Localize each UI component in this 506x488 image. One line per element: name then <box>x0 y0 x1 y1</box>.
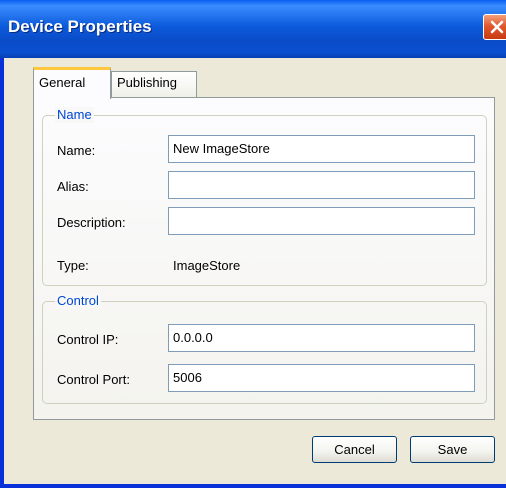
control-ip-label: Control IP: <box>57 332 119 347</box>
window-title: Device Properties <box>8 17 152 36</box>
type-value: ImageStore <box>173 258 241 273</box>
name-group-legend: Name <box>55 107 94 123</box>
close-button[interactable] <box>483 14 506 40</box>
close-icon <box>490 20 503 34</box>
description-label: Description: <box>57 215 126 230</box>
control-port-input[interactable]: 5006 <box>168 364 475 392</box>
control-ip-input[interactable]: 0.0.0.0 <box>168 324 475 352</box>
name-input[interactable]: New ImageStore <box>168 135 475 163</box>
save-button[interactable]: Save <box>410 436 495 463</box>
tab-publishing[interactable]: Publishing <box>111 71 197 97</box>
type-label: Type: <box>57 258 89 273</box>
cancel-button[interactable]: Cancel <box>312 436 397 463</box>
name-label: Name: <box>57 143 96 158</box>
alias-input[interactable] <box>168 171 475 199</box>
title-bar[interactable]: Device Properties <box>0 0 506 58</box>
tab-general[interactable]: General <box>33 67 111 99</box>
control-port-label: Control Port: <box>57 372 130 387</box>
alias-label: Alias: <box>57 179 89 194</box>
description-input[interactable] <box>168 207 475 235</box>
control-group-legend: Control <box>55 293 101 309</box>
